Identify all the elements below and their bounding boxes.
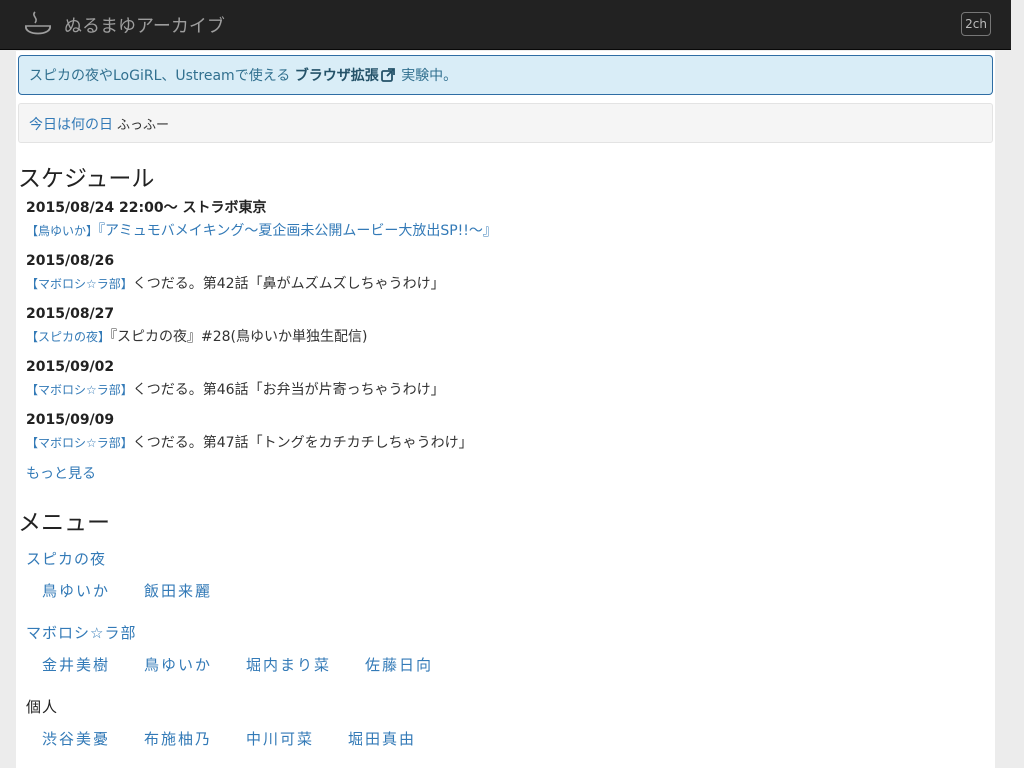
onsen-icon <box>25 10 51 34</box>
menu-member-link[interactable]: 布施柚乃 <box>144 729 212 749</box>
menu-member-link[interactable]: 金井美樹 <box>42 655 110 675</box>
menu-member-link[interactable]: 渋谷美憂 <box>42 729 110 749</box>
menu-group-title-link[interactable]: マボロシ☆ラ部 <box>26 624 136 642</box>
schedule-item: 2015/09/02 【マボロシ☆ラ部】くつだる。第46話「お弁当が片寄っちゃうわ… <box>26 358 993 400</box>
schedule-category-link[interactable]: 【マボロシ☆ラ部】 <box>26 436 133 450</box>
schedule-heading: スケジュール <box>18 166 155 192</box>
menu-group: マボロシ☆ラ部金井美樹 鳥ゆいか 堀内まり菜 佐藤日向 <box>26 623 993 675</box>
schedule-date: 2015/08/24 22:00〜 ストラボ東京 <box>26 200 267 216</box>
schedule-line: 【マボロシ☆ラ部】くつだる。第42話「鼻がムズムズしちゃうわけ」 <box>26 274 993 294</box>
2ch-button[interactable]: 2ch <box>961 12 991 36</box>
menu-member-link[interactable]: 中川可菜 <box>246 729 314 749</box>
today-link[interactable]: 今日は何の日 <box>29 117 113 133</box>
info-alert: スピカの夜やLoGiRL、Ustreamで使える ブラウザ拡張 実験中。 <box>18 55 993 95</box>
menu-heading: メニュー <box>18 510 110 536</box>
schedule-category-link[interactable]: 【スピカの夜】 <box>26 330 110 344</box>
schedule-title: くつだる。第47話「トングをカチカチしちゃうわけ」 <box>132 435 473 451</box>
page-margin <box>995 51 1011 768</box>
navbar: ぬるまゆアーカイブ 2ch <box>0 0 1011 50</box>
schedule-line: 【マボロシ☆ラ部】くつだる。第46話「お弁当が片寄っちゃうわけ」 <box>26 380 993 400</box>
menu-group: 個人渋谷美憂 布施柚乃 中川可菜 堀田真由 <box>26 697 993 749</box>
menu-member-link[interactable]: 堀田真由 <box>348 729 416 749</box>
alert-suffix: 実験中。 <box>401 68 458 84</box>
schedule-item: 2015/08/24 22:00〜 ストラボ東京 【鳥ゆいか】『アミュモバメイキン… <box>26 199 993 241</box>
alert-prefix: スピカの夜やLoGiRL、Ustreamで使える <box>29 68 291 84</box>
menu-links: 金井美樹 鳥ゆいか 堀内まり菜 佐藤日向 <box>26 655 993 675</box>
schedule-title: くつだる。第42話「鼻がムズムズしちゃうわけ」 <box>132 276 445 292</box>
menu-member-link[interactable]: 鳥ゆいか <box>144 655 212 675</box>
schedule-date: 2015/08/26 <box>26 253 115 269</box>
menu-links: 渋谷美憂 布施柚乃 中川可菜 堀田真由 <box>26 729 993 749</box>
menu-member-link[interactable]: 佐藤日向 <box>365 655 433 675</box>
menu-group-title-link[interactable]: スピカの夜 <box>26 550 106 568</box>
today-well: 今日は何の日 ふっふー <box>18 103 993 143</box>
menu-links: 鳥ゆいか 飯田来麗 <box>26 581 993 601</box>
schedule-item: 2015/08/27 【スピカの夜】『スピカの夜』#28(鳥ゆいか単独生配信) <box>26 305 993 347</box>
schedule-line: 【マボロシ☆ラ部】くつだる。第47話「トングをカチカチしちゃうわけ」 <box>26 433 993 453</box>
menu-member-link[interactable]: 鳥ゆいか <box>42 581 110 601</box>
schedule-category-link[interactable]: 【鳥ゆいか】 <box>26 224 98 238</box>
schedule-line: 【鳥ゆいか】『アミュモバメイキング〜夏企画未公開ムービー大放出SP!!〜』 <box>26 221 993 241</box>
schedule-list: 2015/08/24 22:00〜 ストラボ東京 【鳥ゆいか】『アミュモバメイキン… <box>26 199 993 453</box>
schedule-line: 【スピカの夜】『スピカの夜』#28(鳥ゆいか単独生配信) <box>26 327 993 347</box>
schedule-date: 2015/09/02 <box>26 359 115 375</box>
schedule-item: 2015/09/09 【マボロシ☆ラ部】くつだる。第47話「トングをカチカチしちゃ… <box>26 411 993 453</box>
menu-member-link[interactable]: 堀内まり菜 <box>246 655 331 675</box>
schedule-title-link[interactable]: 『アミュモバメイキング〜夏企画未公開ムービー大放出SP!!〜』 <box>98 223 497 239</box>
external-link-icon <box>380 68 395 82</box>
browser-extension-link[interactable]: ブラウザ拡張 <box>295 68 397 84</box>
schedule-category-link[interactable]: 【マボロシ☆ラ部】 <box>26 383 133 397</box>
brand-title: ぬるまゆアーカイブ <box>64 15 225 37</box>
schedule-category-link[interactable]: 【マボロシ☆ラ部】 <box>26 277 133 291</box>
schedule-title: くつだる。第46話「お弁当が片寄っちゃうわけ」 <box>132 382 445 398</box>
schedule-title: 『スピカの夜』#28(鳥ゆいか単独生配信) <box>110 329 368 345</box>
menu-group: スピカの夜鳥ゆいか 飯田来麗 <box>26 549 993 601</box>
menu-member-link[interactable]: 飯田来麗 <box>144 581 212 601</box>
brand-link[interactable]: ぬるまゆアーカイブ <box>22 0 225 50</box>
main-container: スピカの夜やLoGiRL、Ustreamで使える ブラウザ拡張 実験中。 今日は… <box>16 51 995 768</box>
more-link[interactable]: もっと見る <box>26 463 993 483</box>
schedule-item: 2015/08/26 【マボロシ☆ラ部】くつだる。第42話「鼻がムズムズしちゃうわ… <box>26 252 993 294</box>
today-sub: ふっふー <box>117 118 170 133</box>
schedule-date: 2015/09/09 <box>26 412 115 428</box>
menu-list: スピカの夜 鳥ゆいか 飯田来麗 マボロシ☆ラ部 金井美樹 鳥ゆいか 堀内まり菜 佐藤日向 個人渋… <box>26 549 993 749</box>
schedule-date: 2015/08/27 <box>26 306 115 322</box>
menu-group-title: 個人 <box>26 698 59 716</box>
